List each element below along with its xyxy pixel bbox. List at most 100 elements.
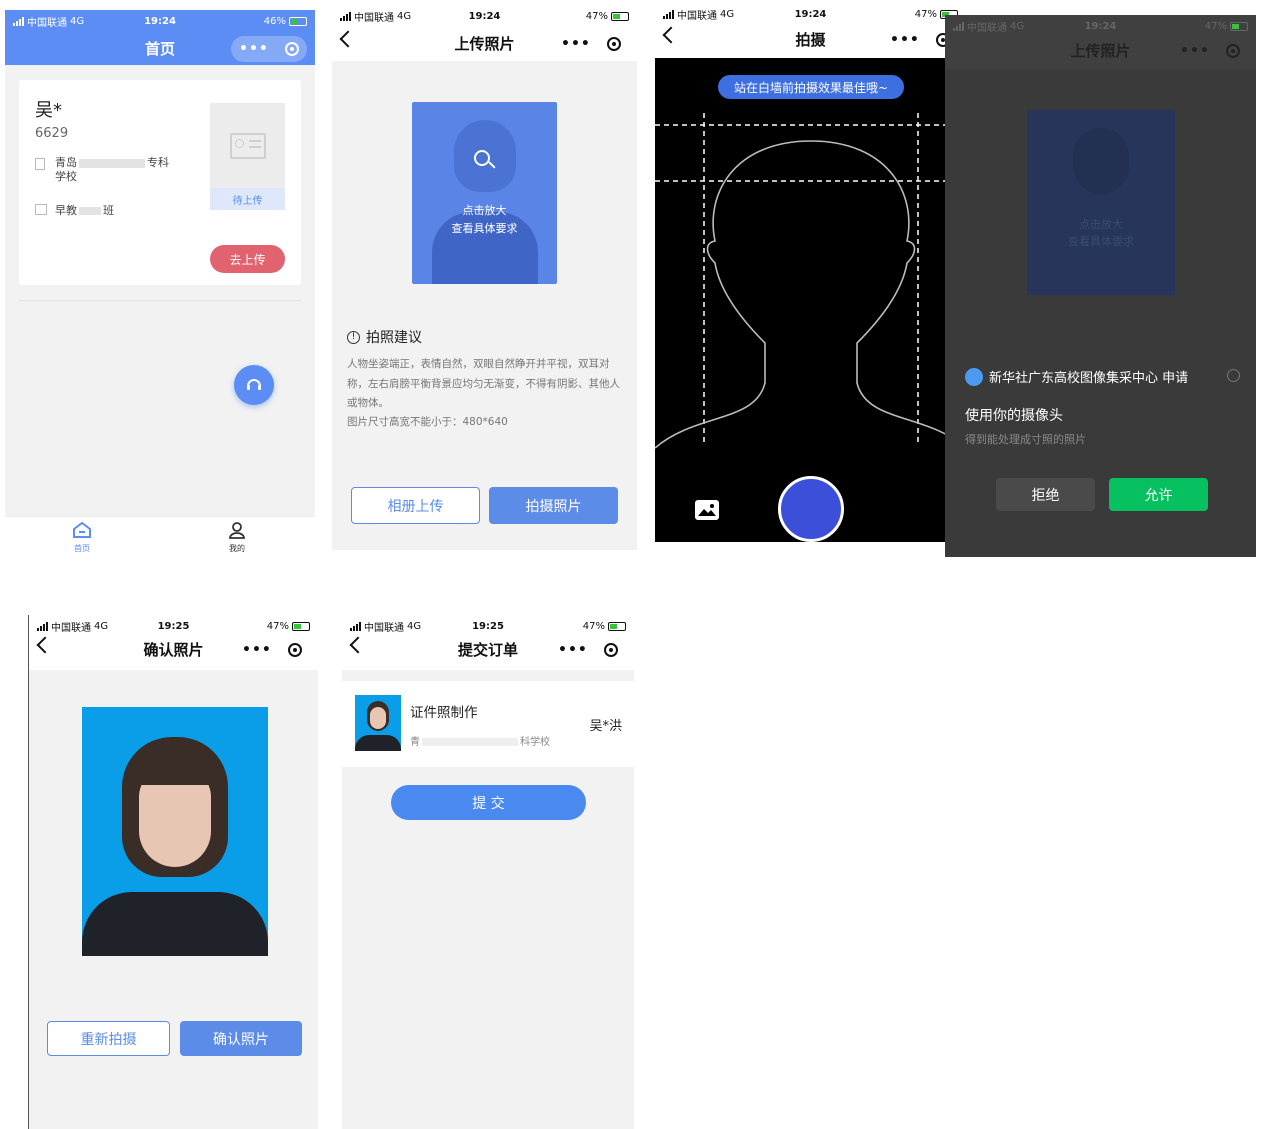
close-target-icon[interactable]: [284, 42, 299, 56]
take-photo-button[interactable]: 拍摄照片: [489, 487, 618, 524]
submit-button[interactable]: 提 交: [391, 785, 586, 820]
tab-mine[interactable]: 我的: [220, 521, 254, 554]
screen-permission: 中国联通 4G 19:24 47% 上传照片 ••• 点击放大 查看具体要求 新华…: [945, 15, 1256, 557]
battery-icon: [289, 16, 307, 26]
shooting-hint: 站在白墙前拍摄效果最佳哦~: [718, 75, 904, 99]
user-icon: [229, 522, 245, 539]
tips-size: 图片尺寸高宽不能小于：480*640: [347, 416, 508, 428]
close-target-icon[interactable]: [606, 37, 621, 51]
carrier: 中国联通: [27, 17, 67, 29]
info-icon[interactable]: [1227, 369, 1240, 382]
more-icon[interactable]: •••: [558, 642, 588, 658]
album-upload-button[interactable]: 相册上传: [351, 487, 480, 524]
app-logo-icon: [965, 367, 983, 386]
page-title: 上传照片: [1070, 41, 1131, 60]
class-icon: [35, 204, 47, 215]
back-icon[interactable]: [339, 30, 357, 48]
battery-icon: [610, 11, 629, 21]
screen-upload: 中国联通 4G 19:24 47% 上传照片 ••• 点击放大 查看具体要求 ! …: [332, 5, 637, 550]
battery-percent: 47%: [914, 8, 937, 20]
more-icon[interactable]: •••: [242, 642, 272, 658]
more-icon[interactable]: •••: [1180, 43, 1210, 59]
back-icon[interactable]: [349, 636, 367, 654]
customer-service-button[interactable]: [234, 365, 274, 405]
shutter-button[interactable]: [778, 476, 844, 542]
screen-home: 中国联通 4G 19:24 46% 首页 ••• 吴* 6629 青岛 专科 学校 …: [5, 10, 315, 560]
close-target-icon[interactable]: [287, 643, 302, 657]
class-start: 早教: [55, 204, 77, 217]
signal-icon: [13, 16, 24, 26]
signal-icon: [663, 9, 674, 19]
blurred-text: [79, 207, 101, 215]
caption-line1: 点击放大: [1079, 218, 1123, 231]
class-end: 班: [103, 204, 114, 217]
app-name: 新华社广东高校图像集采中心 申请: [989, 371, 1189, 386]
battery-percent: 47%: [585, 10, 608, 22]
permission-detail: 得到能处理成寸照的照片: [965, 433, 1086, 446]
signal-icon: [340, 11, 351, 21]
tips-heading: ! 拍照建议: [347, 327, 422, 347]
nav-bar: 上传照片 •••: [332, 23, 637, 63]
school-end: 科学校: [520, 737, 550, 748]
headset-icon: [247, 379, 261, 390]
menu-capsule[interactable]: •••: [1172, 38, 1248, 64]
divider: [19, 300, 301, 301]
home-icon: [73, 521, 91, 538]
menu-capsule[interactable]: •••: [553, 31, 629, 57]
captured-id-photo: [82, 707, 268, 956]
menu-capsule[interactable]: •••: [550, 637, 626, 663]
more-icon[interactable]: •••: [239, 41, 269, 57]
go-upload-button[interactable]: 去上传: [210, 245, 285, 273]
school-text: 青岛 专科 学校: [55, 156, 169, 184]
tips-body: 人物坐姿端正，表情自然，双眼自然睁开并平视，双耳对称，左右肩膀平衡背景应均匀无渐…: [347, 358, 620, 409]
dimmed-sample-photo: 点击放大 查看具体要求: [1027, 110, 1175, 295]
student-id: 6629: [35, 126, 69, 141]
photo-bangs: [132, 755, 218, 785]
photo-shoulders: [82, 892, 268, 956]
photo-status: 待上传: [210, 188, 285, 210]
nav-bar: 确认照片 •••: [29, 629, 318, 669]
order-thumbnail: [355, 695, 401, 751]
more-icon[interactable]: •••: [561, 36, 591, 52]
student-card: 吴* 6629 青岛 专科 学校 早教 班 待上传 去上传: [19, 80, 301, 285]
carrier: 中国联通: [354, 12, 394, 24]
sample-photo-caption: 点击放大 查看具体要求: [1027, 216, 1175, 250]
nav-bar: 上传照片 •••: [945, 30, 1256, 70]
photo-placeholder[interactable]: 待上传: [210, 103, 285, 210]
network: 4G: [720, 8, 735, 20]
page-title: 拍摄: [795, 30, 826, 49]
allow-button[interactable]: 允许: [1109, 478, 1208, 511]
tab-home[interactable]: 首页: [65, 521, 99, 554]
nav-bar: 拍摄 •••: [655, 19, 966, 59]
student-name: 吴*: [35, 100, 62, 121]
close-target-icon[interactable]: [1225, 44, 1240, 58]
caption-line1: 点击放大: [462, 204, 507, 217]
tab-home-label: 首页: [74, 544, 90, 553]
tips-title: 拍照建议: [366, 330, 422, 346]
more-icon[interactable]: •••: [890, 32, 920, 48]
confirm-photo-button[interactable]: 确认照片: [180, 1021, 302, 1056]
network: 4G: [70, 15, 85, 27]
back-icon[interactable]: [36, 636, 54, 654]
gallery-icon[interactable]: [695, 500, 719, 520]
school-end: 学校: [55, 170, 77, 183]
caption-line2: 查看具体要求: [451, 222, 518, 235]
menu-capsule[interactable]: •••: [234, 637, 310, 663]
back-icon[interactable]: [662, 26, 680, 44]
page-title: 提交订单: [457, 640, 518, 659]
permission-sheet: 新华社广东高校图像集采中心 申请 使用你的摄像头 得到能处理成寸照的照片 拒绝 …: [945, 355, 1256, 557]
nav-bar: 提交订单 •••: [342, 629, 634, 669]
face-guide-overlay: [655, 113, 966, 449]
sample-person-head: [1073, 128, 1129, 194]
close-target-icon[interactable]: [603, 643, 618, 657]
order-item-name: 吴*洪: [589, 719, 622, 734]
deny-button[interactable]: 拒绝: [996, 478, 1095, 511]
sample-photo[interactable]: 点击放大 查看具体要求: [412, 102, 557, 284]
school-icon: [35, 158, 45, 170]
page-title: 确认照片: [143, 640, 204, 659]
menu-capsule[interactable]: •••: [231, 36, 307, 62]
retake-button[interactable]: 重新拍摄: [47, 1021, 170, 1056]
screen-order: 中国联通 4G 19:25 47% 提交订单 ••• 证件照制作 青科学校 吴*洪…: [342, 615, 634, 1129]
sample-photo-caption: 点击放大 查看具体要求: [412, 202, 557, 238]
permission-request: 使用你的摄像头: [965, 408, 1063, 424]
